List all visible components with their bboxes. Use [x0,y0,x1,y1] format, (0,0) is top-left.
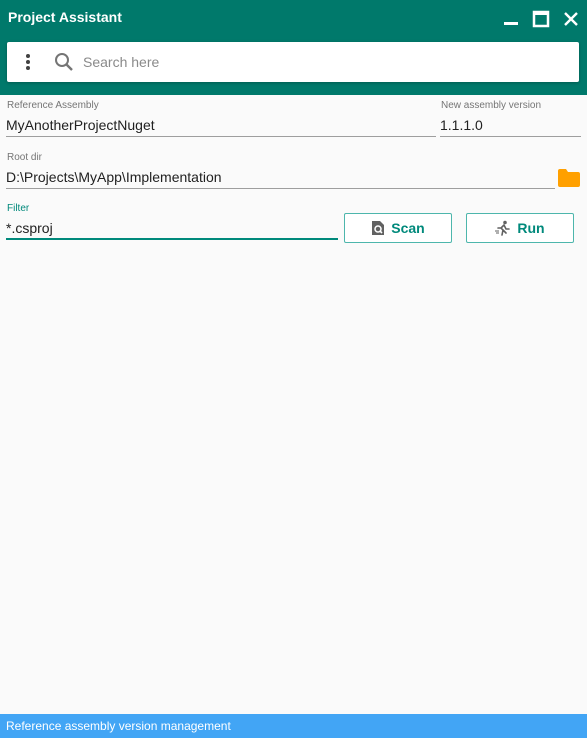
status-text: Reference assembly version management [6,719,231,733]
new-version-label: New assembly version [441,100,542,111]
app-window: Project Assistant Search here Reference … [0,0,587,738]
scan-button[interactable]: Scan [344,213,452,243]
folder-icon [557,169,581,192]
maximize-icon [530,8,552,30]
minimize-icon [500,8,522,30]
reference-assembly-label: Reference Assembly [7,100,99,111]
root-dir-field[interactable] [6,167,551,187]
menu-button[interactable] [23,53,33,71]
search-input[interactable] [83,50,563,74]
file-search-icon [371,220,385,236]
search-icon [53,51,75,73]
more-vert-icon [23,54,33,75]
reference-assembly-underline [6,136,436,137]
new-version-field[interactable] [440,115,578,135]
browse-folder-button[interactable] [557,168,581,188]
status-bar: Reference assembly version management [0,714,587,738]
maximize-button[interactable] [530,8,552,30]
run-button[interactable]: Run [466,213,574,243]
scan-label: Scan [391,220,425,236]
run-label: Run [517,220,545,236]
close-button[interactable] [560,8,582,30]
reference-assembly-field[interactable] [6,115,434,135]
root-dir-label: Root dir [7,152,43,163]
filter-underline [6,238,338,240]
new-version-underline [440,136,581,137]
search-bar [7,42,579,82]
minimize-button[interactable] [500,8,522,30]
filter-field[interactable] [6,218,336,238]
window-title: Project Assistant [8,9,122,25]
title-bar: Project Assistant [0,0,587,95]
filter-label: Filter [7,203,30,214]
root-dir-underline [6,188,555,189]
run-icon [495,220,511,236]
close-icon [560,8,582,30]
